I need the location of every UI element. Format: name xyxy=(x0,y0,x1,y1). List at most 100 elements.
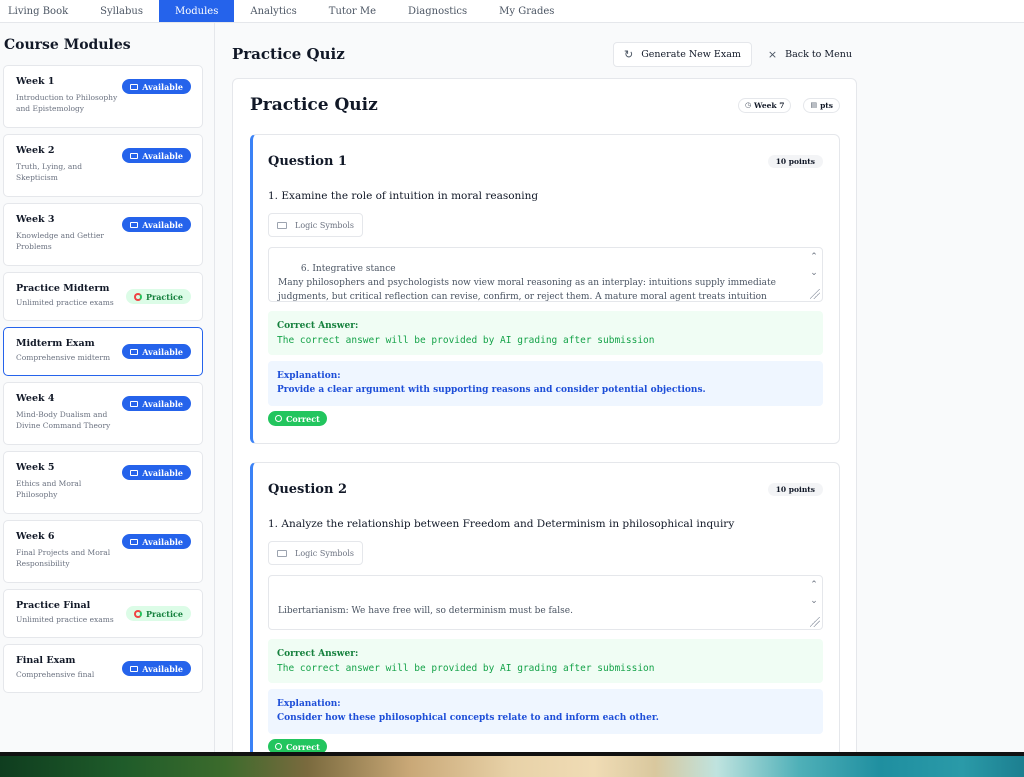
badge-label: Practice xyxy=(146,291,183,302)
check-circle-icon xyxy=(275,743,282,750)
answer-text: Libertarianism: We have free will, so de… xyxy=(278,606,573,616)
sidebar-title: Course Modules xyxy=(4,37,131,53)
tab-my-grades[interactable]: My Grades xyxy=(483,0,570,22)
available-badge: Available xyxy=(122,661,191,676)
module-week-5[interactable]: Week 5 Ethics and Moral Philosophy Avail… xyxy=(3,451,203,514)
available-badge: Available xyxy=(122,465,191,480)
explanation-value: Provide a clear argument with supporting… xyxy=(277,385,706,395)
module-week-6[interactable]: Week 6 Final Projects and Moral Responsi… xyxy=(3,520,203,583)
quiz-chips: ◷ Week 7 ▤ pts xyxy=(737,97,840,113)
answer-textarea[interactable]: 6. Integrative stance Many philosophers … xyxy=(268,247,823,302)
logic-symbols-button[interactable]: Logic Symbols xyxy=(268,213,364,237)
question-header: Question 2 10 points xyxy=(268,482,823,497)
scroll-down-icon: ⌄ xyxy=(810,268,818,278)
available-badge: Available xyxy=(122,148,191,163)
quiz-header: Practice Quiz ◷ Week 7 ▤ pts xyxy=(250,93,840,117)
refresh-icon: ↻ xyxy=(624,47,634,61)
badge-label: Available xyxy=(142,219,183,230)
module-week-3[interactable]: Week 3 Knowledge and Gettier Problems Av… xyxy=(3,203,203,266)
week-chip: ◷ Week 7 xyxy=(737,97,792,113)
correct-answer-value: The correct answer will be provided by A… xyxy=(277,335,655,346)
points-badge: 10 points xyxy=(767,483,823,496)
badge-label: Available xyxy=(142,346,183,357)
tab-modules[interactable]: Modules xyxy=(159,0,235,22)
available-badge: Available xyxy=(122,344,191,359)
scroll-up-icon: ⌃ xyxy=(810,580,818,590)
explanation-value: Consider how these philosophical concept… xyxy=(277,713,659,723)
close-icon: × xyxy=(767,47,778,61)
correct-answer-box: Correct Answer: The correct answer will … xyxy=(268,639,823,683)
main-content: Practice Quiz ↻ Generate New Exam × Back… xyxy=(215,23,1024,752)
module-final-exam[interactable]: Final Exam Comprehensive final Available xyxy=(3,644,203,693)
badge-label: Available xyxy=(142,398,183,409)
tab-tutor-me[interactable]: Tutor Me xyxy=(313,0,392,22)
logic-symbols-label: Logic Symbols xyxy=(295,220,355,230)
clipboard-icon xyxy=(130,665,139,672)
target-icon xyxy=(134,292,143,301)
sidebar: Course Modules Week 1 Introduction to Ph… xyxy=(0,23,215,752)
module-description: Introduction to Philosophy and Epistemol… xyxy=(16,93,118,113)
top-nav: Living Book Syllabus Modules Analytics T… xyxy=(0,0,1024,23)
question-number: Question 1 xyxy=(268,154,348,169)
header-actions: ↻ Generate New Exam × Back to Menu xyxy=(613,41,858,67)
main-header: Practice Quiz ↻ Generate New Exam × Back… xyxy=(232,41,858,67)
logic-symbols-button[interactable]: Logic Symbols xyxy=(268,541,364,565)
book-icon xyxy=(130,83,139,90)
available-badge: Available xyxy=(122,217,191,232)
module-week-1[interactable]: Week 1 Introduction to Philosophy and Ep… xyxy=(3,65,203,128)
generate-label: Generate New Exam xyxy=(641,48,741,60)
tab-diagnostics[interactable]: Diagnostics xyxy=(392,0,483,22)
correct-status-badge: Correct xyxy=(268,411,327,426)
keyboard-icon xyxy=(277,221,287,229)
question-text: 1. Examine the role of intuition in mora… xyxy=(268,190,539,202)
quiz-title: Practice Quiz xyxy=(250,95,378,115)
practice-badge: Practice xyxy=(126,606,191,621)
desktop-wallpaper xyxy=(0,752,1024,777)
explanation-label: Explanation: xyxy=(277,699,341,709)
scroll-up-icon: ⌃ xyxy=(810,252,818,262)
available-badge: Available xyxy=(122,396,191,411)
resize-handle-icon[interactable] xyxy=(810,617,820,627)
module-practice-final[interactable]: Practice Final Unlimited practice exams … xyxy=(3,589,203,638)
clock-icon: ◷ xyxy=(744,101,752,109)
badge-label: Available xyxy=(142,536,183,547)
module-description: Mind-Body Dualism and Divine Command The… xyxy=(16,410,111,430)
quiz-card: Practice Quiz ◷ Week 7 ▤ pts Question 1 10… xyxy=(232,78,857,752)
logic-symbols-label: Logic Symbols xyxy=(295,548,355,558)
document-icon: ▤ xyxy=(810,101,818,109)
explanation-box: Explanation: Provide a clear argument wi… xyxy=(268,361,823,406)
badge-label: Available xyxy=(142,150,183,161)
page-title: Practice Quiz xyxy=(232,45,345,63)
module-midterm-exam[interactable]: Midterm Exam Comprehensive midterm Avail… xyxy=(3,327,203,376)
tab-living-book[interactable]: Living Book xyxy=(0,0,84,22)
explanation-label: Explanation: xyxy=(277,371,341,381)
badge-label: Available xyxy=(142,663,183,674)
module-practice-midterm[interactable]: Practice Midterm Unlimited practice exam… xyxy=(3,272,203,321)
correct-answer-value: The correct answer will be provided by A… xyxy=(277,663,655,674)
correct-answer-label: Correct Answer: xyxy=(277,649,359,659)
correct-status-badge: Correct xyxy=(268,739,327,752)
book-icon xyxy=(130,152,139,159)
tab-syllabus[interactable]: Syllabus xyxy=(84,0,159,22)
module-description: Ethics and Moral Philosophy xyxy=(16,479,82,499)
book-icon xyxy=(130,400,139,407)
back-to-menu-button[interactable]: × Back to Menu xyxy=(762,42,858,67)
module-description: Truth, Lying, and Skepticism xyxy=(16,162,83,182)
scroll-down-icon: ⌄ xyxy=(810,596,818,606)
back-label: Back to Menu xyxy=(785,48,852,60)
clipboard-icon xyxy=(130,348,139,355)
module-description: Knowledge and Gettier Problems xyxy=(16,231,104,251)
module-week-2[interactable]: Week 2 Truth, Lying, and Skepticism Avai… xyxy=(3,134,203,197)
available-badge: Available xyxy=(122,79,191,94)
generate-new-exam-button[interactable]: ↻ Generate New Exam xyxy=(613,41,752,67)
answer-textarea[interactable]: Libertarianism: We have free will, so de… xyxy=(268,575,823,630)
resize-handle-icon[interactable] xyxy=(810,289,820,299)
question-header: Question 1 10 points xyxy=(268,154,823,169)
status-label: Correct xyxy=(286,413,320,424)
question-number: Question 2 xyxy=(268,482,348,497)
module-week-4[interactable]: Week 4 Mind-Body Dualism and Divine Comm… xyxy=(3,382,203,445)
tab-analytics[interactable]: Analytics xyxy=(234,0,312,22)
explanation-box: Explanation: Consider how these philosop… xyxy=(268,689,823,734)
practice-badge: Practice xyxy=(126,289,191,304)
points-badge: 10 points xyxy=(767,155,823,168)
